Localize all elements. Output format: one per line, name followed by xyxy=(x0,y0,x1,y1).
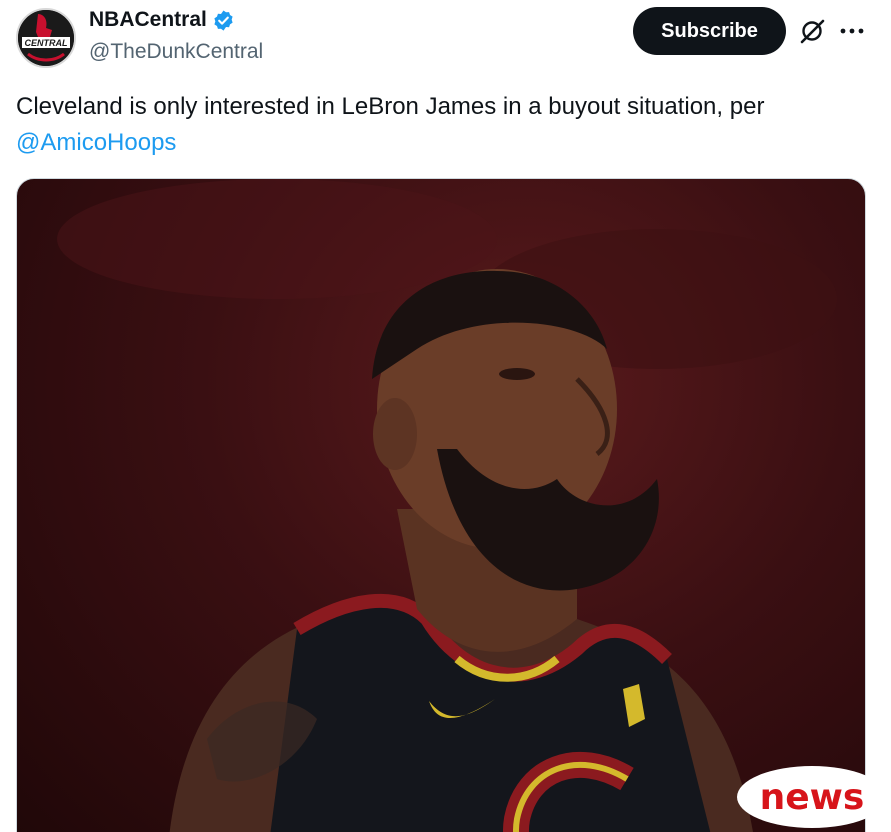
news-badge: news xyxy=(737,766,887,828)
name-row: NBACentral xyxy=(89,8,235,32)
tweet-media-image[interactable] xyxy=(16,178,866,832)
mention-link[interactable]: @AmicoHoops xyxy=(16,129,176,156)
grok-slash-icon[interactable] xyxy=(798,16,828,46)
more-dots-icon[interactable] xyxy=(838,16,866,46)
account-handle[interactable]: @TheDunkCentral xyxy=(89,40,263,64)
avatar-logo-text: CENTRAL xyxy=(25,38,68,48)
display-name[interactable]: NBACentral xyxy=(89,8,207,32)
player-photo xyxy=(57,179,837,832)
verified-badge-icon xyxy=(214,9,233,31)
tweet-body: Cleveland is only interested in LeBron J… xyxy=(16,93,765,120)
avatar[interactable]: CENTRAL xyxy=(16,8,76,68)
tweet-card: CENTRAL NBACentral @TheDunkCentral Subsc… xyxy=(0,0,891,832)
subscribe-button[interactable]: Subscribe xyxy=(633,7,786,55)
tweet-text: Cleveland is only interested in LeBron J… xyxy=(16,89,856,161)
